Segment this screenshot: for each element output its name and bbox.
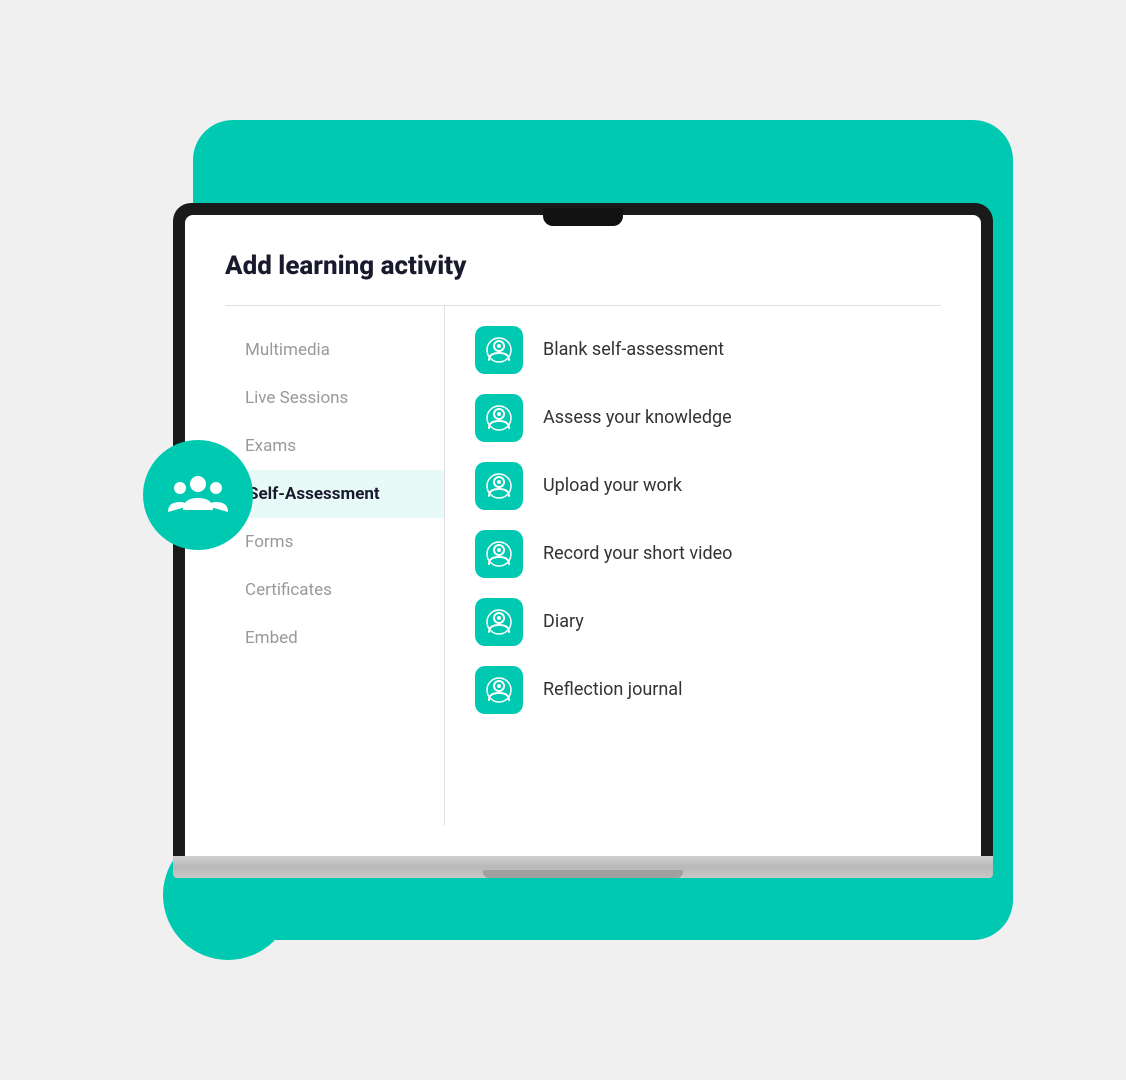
activity-upload-work[interactable]: Upload your work [475, 462, 911, 510]
laptop-bezel: Add learning activity Multimedia Live Se… [173, 203, 993, 856]
activity-label-assess: Assess your knowledge [543, 407, 732, 428]
dialog: Add learning activity Multimedia Live Se… [185, 215, 981, 856]
group-icon-circle [143, 440, 253, 550]
activity-diary[interactable]: Diary [475, 598, 911, 646]
nav-item-exams[interactable]: Exams [225, 422, 444, 470]
laptop: Add learning activity Multimedia Live Se… [173, 203, 993, 878]
self-assessment-icon [485, 336, 513, 364]
nav-sidebar: Multimedia Live Sessions Exams Self-Asse… [225, 306, 445, 826]
activity-label-upload: Upload your work [543, 475, 682, 496]
diary-icon [485, 608, 513, 636]
activity-icon-assess [475, 394, 523, 442]
scene: Add learning activity Multimedia Live Se… [113, 60, 1013, 1020]
activity-reflection-journal[interactable]: Reflection journal [475, 666, 911, 714]
activity-icon-diary [475, 598, 523, 646]
group-icon [168, 465, 228, 525]
laptop-base [173, 856, 993, 878]
nav-item-live-sessions[interactable]: Live Sessions [225, 374, 444, 422]
reflection-icon [485, 676, 513, 704]
activity-assess-knowledge[interactable]: Assess your knowledge [475, 394, 911, 442]
activity-label-diary: Diary [543, 611, 584, 632]
activity-label-record: Record your short video [543, 543, 732, 564]
activity-icon-upload [475, 462, 523, 510]
activity-icon-record [475, 530, 523, 578]
dialog-title: Add learning activity [225, 251, 941, 281]
nav-item-forms[interactable]: Forms [225, 518, 444, 566]
activity-icon-reflection [475, 666, 523, 714]
nav-item-certificates[interactable]: Certificates [225, 566, 444, 614]
assess-icon [485, 404, 513, 432]
activity-record-video[interactable]: Record your short video [475, 530, 911, 578]
nav-item-self-assessment[interactable]: Self-Assessment [225, 470, 444, 518]
camera-notch [543, 208, 623, 226]
upload-icon [485, 472, 513, 500]
nav-item-embed[interactable]: Embed [225, 614, 444, 662]
content-area: Blank self-assessment [445, 306, 941, 826]
activity-icon-blank [475, 326, 523, 374]
dialog-body: Multimedia Live Sessions Exams Self-Asse… [225, 306, 941, 826]
record-icon [485, 540, 513, 568]
activity-label-reflection: Reflection journal [543, 679, 682, 700]
activity-label-blank: Blank self-assessment [543, 339, 724, 360]
activity-blank-self-assessment[interactable]: Blank self-assessment [475, 326, 911, 374]
laptop-screen: Add learning activity Multimedia Live Se… [185, 215, 981, 856]
nav-item-multimedia[interactable]: Multimedia [225, 326, 444, 374]
